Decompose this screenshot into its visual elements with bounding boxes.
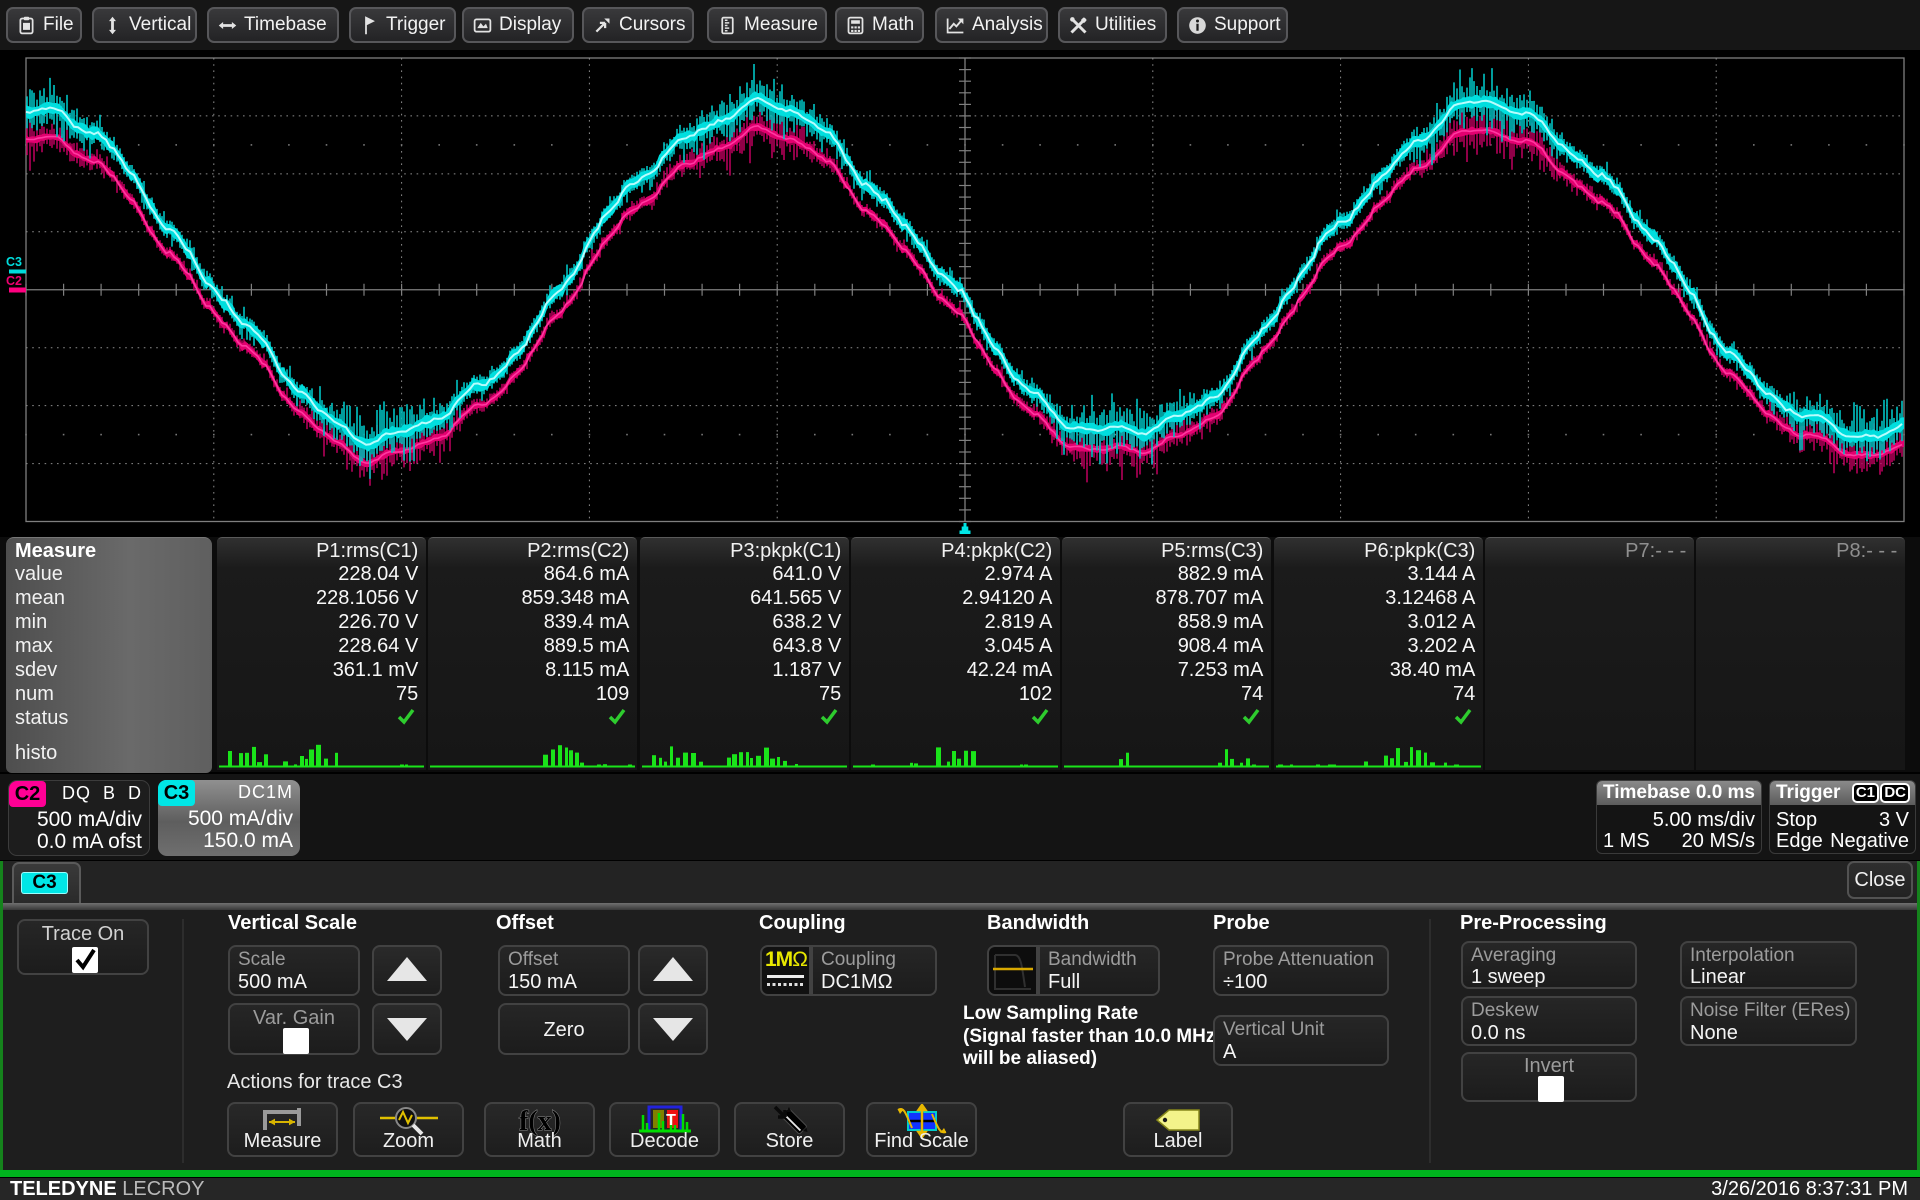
- svg-text:C3: C3: [6, 255, 22, 269]
- svg-text:T: T: [666, 1112, 676, 1129]
- svg-text:C2: C2: [6, 274, 22, 288]
